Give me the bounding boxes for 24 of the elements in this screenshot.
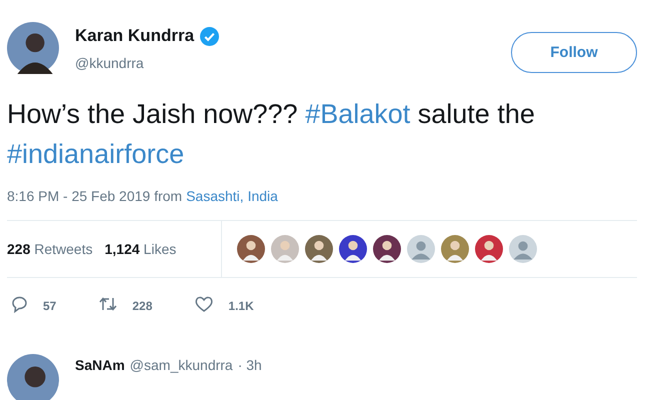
liker-avatar[interactable] (305, 235, 333, 263)
avatar[interactable] (7, 354, 59, 400)
stat-count[interactable]: 1,124 Likes (104, 241, 176, 257)
action-count: 1.1K (228, 299, 254, 313)
user-name[interactable]: SaNAm (75, 357, 125, 373)
liker-avatar[interactable] (373, 235, 401, 263)
avatar[interactable] (7, 22, 59, 74)
action-count: 228 (132, 299, 152, 313)
heart-icon[interactable] (194, 294, 214, 314)
user-name[interactable]: Karan Kundrra (75, 26, 194, 46)
liker-avatar[interactable] (475, 235, 503, 263)
reply-time: · 3h (238, 357, 262, 373)
tweet-text: How’s the Jaish now??? #Balakot salute the #indianairforce (7, 98, 536, 171)
follow-button[interactable]: Follow (511, 32, 637, 73)
timestamp: 8:16 PM - 25 Feb 2019 from (7, 188, 182, 204)
hashtag-link[interactable]: #Balakot (305, 99, 410, 129)
location-link[interactable]: Sasashti, India (186, 188, 278, 204)
user-handle[interactable]: @sam_kkundrra (130, 357, 233, 373)
action-count: 57 (43, 299, 56, 313)
stat-count[interactable]: 228 Retweets (7, 241, 93, 257)
liker-avatar[interactable] (237, 235, 265, 263)
liker-avatar[interactable] (339, 235, 367, 263)
user-handle[interactable]: @kkundrra (75, 55, 511, 71)
hashtag-link[interactable]: #indianairforce (7, 139, 184, 169)
